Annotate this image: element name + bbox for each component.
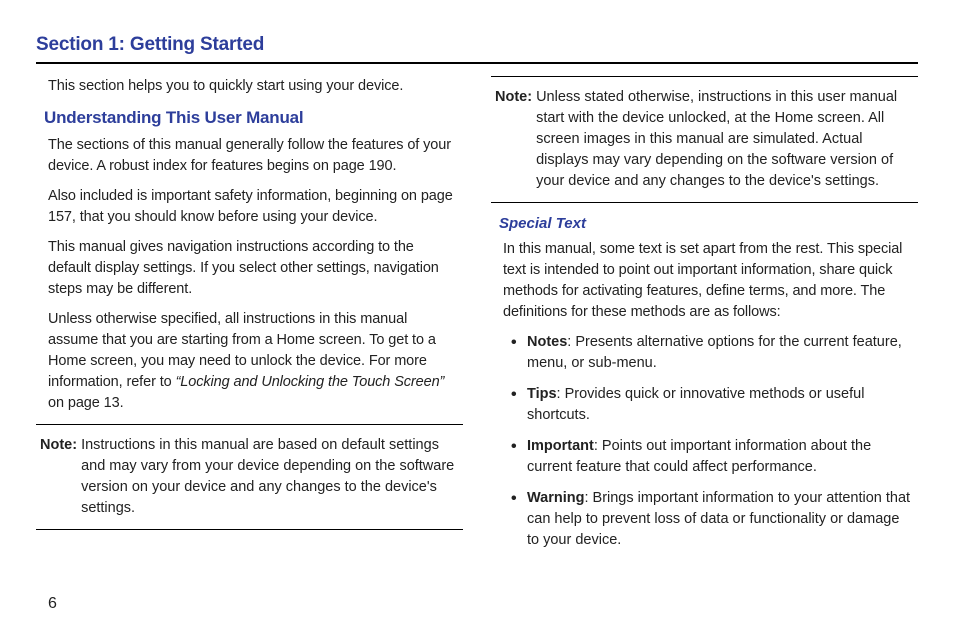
- term: Warning: [527, 490, 584, 506]
- term: Tips: [527, 386, 557, 402]
- list-item: Notes: Presents alternative options for …: [511, 332, 914, 374]
- note-block: Note: Unless stated otherwise, instructi…: [491, 87, 918, 192]
- right-column: Note: Unless stated otherwise, instructi…: [491, 76, 918, 561]
- definitions-list: Notes: Presents alternative options for …: [491, 332, 918, 551]
- subheading-special-text: Special Text: [491, 213, 918, 235]
- two-column-layout: This section helps you to quickly start …: [36, 76, 918, 561]
- body-paragraph: The sections of this manual generally fo…: [36, 135, 463, 177]
- page-number: 6: [36, 595, 918, 613]
- list-item: Important: Points out important informat…: [511, 436, 914, 478]
- page-reference: on page 13.: [48, 395, 124, 411]
- term-desc: : Brings important information to your a…: [527, 490, 910, 548]
- term-desc: : Provides quick or innovative methods o…: [527, 386, 864, 423]
- note-body: Unless stated otherwise, instructions in…: [536, 87, 914, 192]
- intro-paragraph: This section helps you to quickly start …: [36, 76, 463, 97]
- left-column: This section helps you to quickly start …: [36, 76, 463, 561]
- cross-reference: “Locking and Unlocking the Touch Screen”: [176, 374, 445, 390]
- body-paragraph: In this manual, some text is set apart f…: [491, 239, 918, 323]
- note-rule-bottom: [491, 202, 918, 203]
- term-desc: : Presents alternative options for the c…: [527, 334, 902, 371]
- body-paragraph-with-ref: Unless otherwise specified, all instruct…: [36, 309, 463, 414]
- section-rule: [36, 62, 918, 64]
- body-paragraph: Also included is important safety inform…: [36, 186, 463, 228]
- note-rule-bottom: [36, 529, 463, 530]
- list-item: Warning: Brings important information to…: [511, 488, 914, 551]
- note-label: Note:: [495, 87, 536, 192]
- note-body: Instructions in this manual are based on…: [81, 435, 459, 519]
- term: Notes: [527, 334, 567, 350]
- note-rule-top: [36, 424, 463, 425]
- note-label: Note:: [40, 435, 81, 519]
- note-block: Note: Instructions in this manual are ba…: [36, 435, 463, 519]
- note-rule-top: [491, 76, 918, 77]
- subheading-understanding: Understanding This User Manual: [36, 106, 463, 131]
- list-item: Tips: Provides quick or innovative metho…: [511, 384, 914, 426]
- term: Important: [527, 438, 594, 454]
- section-title: Section 1: Getting Started: [36, 34, 918, 56]
- body-paragraph: This manual gives navigation instruction…: [36, 237, 463, 300]
